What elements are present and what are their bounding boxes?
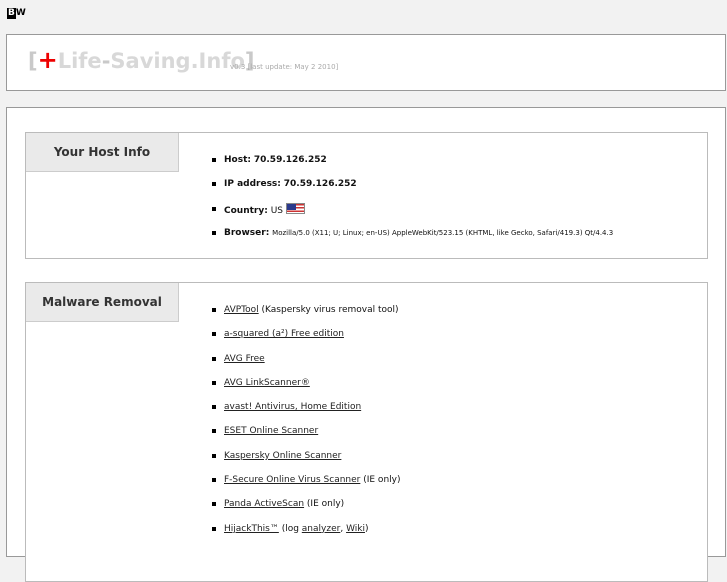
logo-saving-info: Saving.Info	[110, 49, 245, 73]
f-secure-note: (IE only)	[360, 475, 401, 486]
list-item: Panda ActiveScan (IE only)	[211, 498, 400, 522]
main-content: Your Host Info Host: 70.59.126.252 IP ad…	[6, 107, 726, 582]
logo-bracket-open: [	[28, 49, 38, 73]
avg-linkscanner-link[interactable]: AVG LinkScanner®	[224, 378, 310, 388]
host-value: 70.59.126.252	[253, 155, 327, 165]
malware-removal-title: Malware Removal	[26, 283, 179, 322]
browser-label: Browser:	[224, 227, 270, 238]
a-squared-link[interactable]: a-squared (a²) Free edition	[224, 329, 344, 339]
site-logo[interactable]: [+Life-Saving.Info]	[28, 46, 255, 74]
list-item: a-squared (a²) Free edition	[211, 328, 400, 352]
host-info-list: Host: 70.59.126.252 IP address: 70.59.12…	[211, 154, 614, 251]
country-value: US	[270, 205, 283, 216]
bw-badge: BW	[7, 8, 26, 19]
panda-note: (IE only)	[304, 499, 345, 510]
f-secure-link[interactable]: F-Secure Online Virus Scanner	[224, 475, 360, 485]
red-cross-icon: +	[37, 46, 58, 74]
kaspersky-online-link[interactable]: Kaspersky Online Scanner	[224, 451, 341, 461]
list-item: Kaspersky Online Scanner	[211, 450, 400, 474]
badge-w: W	[15, 8, 26, 18]
site-header: [+Life-Saving.Info] v0.3 [last update: M…	[6, 34, 726, 91]
logo-life: Life	[57, 49, 102, 73]
list-item: AVPTool (Kaspersky virus removal tool)	[211, 304, 400, 328]
list-item-browser: Browser: Mozilla/5.0 (X11; U; Linux; en-…	[211, 227, 614, 251]
malware-list: AVPTool (Kaspersky virus removal tool) a…	[211, 304, 401, 547]
eset-link[interactable]: ESET Online Scanner	[224, 426, 318, 436]
ip-value: 70.59.126.252	[283, 179, 357, 190]
list-item: ESET Online Scanner	[211, 425, 400, 449]
badge-b: B	[7, 8, 16, 19]
malware-removal-section: Malware Removal AVPTool (Kaspersky virus…	[25, 282, 708, 582]
hijack-post: )	[364, 523, 369, 534]
log-analyzer-link[interactable]: analyzer	[302, 524, 341, 534]
avptool-note: (Kaspersky virus removal tool)	[258, 305, 399, 315]
version-text: v0.3 [last update: May 2 2010]	[230, 63, 339, 71]
panda-activescan-link[interactable]: Panda ActiveScan	[224, 499, 304, 509]
ip-label: IP address:	[224, 179, 281, 190]
list-item: AVG LinkScanner®	[211, 377, 400, 401]
hijackthis-link[interactable]: HijackThis™	[224, 524, 279, 534]
avg-free-link[interactable]: AVG Free	[224, 354, 265, 364]
list-item-host: Host: 70.59.126.252	[211, 154, 613, 178]
host-label: Host:	[224, 155, 251, 165]
avast-link[interactable]: avast! Antivirus, Home Edition	[224, 402, 361, 412]
list-item: avast! Antivirus, Home Edition	[211, 401, 400, 425]
host-info-title: Your Host Info	[26, 133, 179, 172]
list-item-country: Country: US	[211, 202, 613, 227]
country-label: Country:	[224, 205, 268, 216]
host-info-section: Your Host Info Host: 70.59.126.252 IP ad…	[25, 132, 708, 259]
us-flag-icon	[285, 202, 305, 214]
list-item: HijackThis™ (log analyzer, Wiki)	[211, 523, 400, 547]
browser-value: Mozilla/5.0 (X11; U; Linux; en-US) Apple…	[272, 228, 614, 237]
wiki-link[interactable]: Wiki	[346, 524, 365, 534]
avptool-link[interactable]: AVPTool	[224, 305, 259, 315]
list-item: AVG Free	[211, 353, 400, 377]
list-item-ip: IP address: 70.59.126.252	[211, 178, 613, 202]
hijack-pre: (log	[278, 523, 302, 534]
list-item: F-Secure Online Virus Scanner (IE only)	[211, 474, 401, 498]
